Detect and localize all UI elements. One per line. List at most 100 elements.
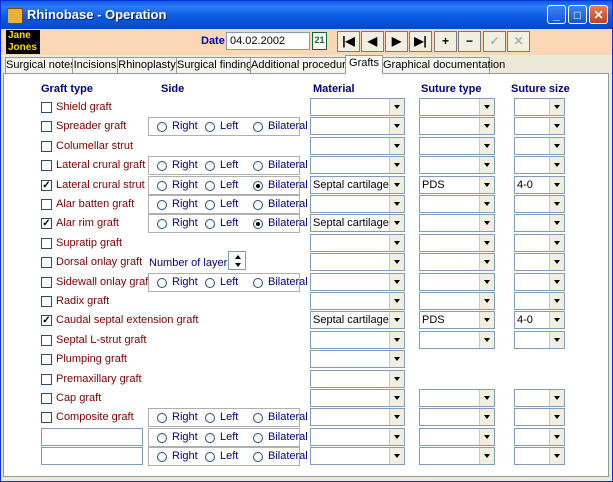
tab-surgical-findings[interactable]: Surgical findings (176, 57, 258, 73)
side-bilateral-radio[interactable] (253, 122, 263, 133)
tab-additional-procedures[interactable]: Additional procedures (250, 57, 357, 73)
calendar-icon[interactable]: 21 (312, 32, 327, 50)
chevron-down-icon[interactable] (549, 293, 564, 309)
side-left-radio[interactable] (205, 432, 215, 443)
graft-checkbox[interactable] (41, 412, 52, 424)
prev-record-button[interactable]: ◀ (361, 31, 384, 52)
side-left-radio[interactable] (205, 413, 215, 424)
chevron-down-icon[interactable] (389, 409, 404, 426)
graft-checkbox[interactable]: ✓ (41, 179, 52, 191)
layers-spinner[interactable] (228, 251, 246, 270)
suture-type-select[interactable] (419, 98, 495, 116)
chevron-down-icon[interactable] (479, 293, 494, 309)
material-select[interactable]: Septal cartilage (310, 214, 405, 233)
suture-type-select[interactable] (419, 253, 495, 272)
graft-checkbox[interactable] (41, 102, 52, 113)
chevron-down-icon[interactable] (549, 176, 564, 193)
side-bilateral-radio[interactable] (253, 413, 263, 424)
graft-checkbox[interactable] (41, 140, 52, 152)
chevron-down-icon[interactable] (389, 137, 404, 154)
side-right-radio[interactable] (157, 219, 167, 230)
suture-size-select[interactable] (514, 292, 565, 310)
chevron-down-icon[interactable] (479, 157, 494, 174)
suture-size-select[interactable] (514, 408, 565, 427)
custom-graft-input[interactable] (41, 427, 143, 446)
save-button[interactable]: ✓ (483, 31, 506, 52)
chevron-down-icon[interactable] (549, 254, 564, 271)
chevron-down-icon[interactable] (479, 331, 494, 348)
material-select[interactable] (310, 272, 405, 291)
chevron-down-icon[interactable] (389, 448, 404, 465)
minimize-button[interactable]: _ (547, 5, 566, 24)
graft-checkbox[interactable] (41, 373, 52, 385)
chevron-down-icon[interactable] (549, 273, 564, 290)
suture-type-select[interactable] (419, 389, 495, 407)
chevron-down-icon[interactable] (479, 118, 494, 135)
maximize-button[interactable]: □ (568, 5, 587, 24)
chevron-down-icon[interactable] (479, 273, 494, 290)
side-bilateral-radio[interactable] (253, 432, 263, 443)
suture-type-select[interactable] (419, 292, 495, 310)
side-right-radio[interactable] (157, 161, 167, 172)
suture-size-select[interactable] (514, 427, 565, 446)
graft-checkbox[interactable] (41, 257, 52, 269)
chevron-down-icon[interactable] (549, 157, 564, 174)
material-select[interactable] (310, 195, 405, 213)
suture-size-select[interactable] (514, 117, 565, 136)
suture-type-select[interactable] (419, 214, 495, 233)
side-left-radio[interactable] (205, 452, 215, 463)
side-bilateral-radio[interactable] (253, 277, 263, 288)
first-record-button[interactable]: |◀ (337, 31, 360, 52)
side-left-radio[interactable] (205, 200, 215, 210)
side-bilateral-radio[interactable] (253, 452, 263, 463)
suture-type-select[interactable] (419, 136, 495, 155)
tab-incisions[interactable]: Incisions (72, 57, 118, 73)
material-select[interactable] (310, 427, 405, 446)
chevron-down-icon[interactable] (549, 428, 564, 445)
custom-graft-input[interactable] (41, 447, 143, 466)
chevron-down-icon[interactable] (389, 428, 404, 445)
material-select[interactable] (310, 253, 405, 272)
title-bar[interactable]: Rhinobase - Operation _ □ ✕ (1, 1, 612, 29)
chevron-down-icon[interactable] (389, 390, 404, 406)
chevron-down-icon[interactable] (549, 331, 564, 348)
suture-size-select[interactable] (514, 195, 565, 213)
next-record-button[interactable]: ▶ (385, 31, 408, 52)
side-right-radio[interactable] (157, 432, 167, 443)
graft-checkbox[interactable] (41, 199, 52, 210)
graft-checkbox[interactable] (41, 160, 52, 172)
chevron-down-icon[interactable] (479, 448, 494, 465)
material-select[interactable] (310, 350, 405, 369)
chevron-down-icon[interactable] (549, 234, 564, 251)
suture-type-select[interactable] (419, 447, 495, 466)
side-left-radio[interactable] (205, 219, 215, 230)
suture-size-select[interactable]: 4-0 (514, 311, 565, 330)
chevron-down-icon[interactable] (389, 370, 404, 387)
chevron-down-icon[interactable] (549, 118, 564, 135)
side-right-radio[interactable] (157, 200, 167, 210)
cancel-button[interactable]: ✕ (507, 31, 530, 52)
side-left-radio[interactable] (205, 277, 215, 288)
suture-type-select[interactable]: PDS (419, 175, 495, 194)
chevron-down-icon[interactable] (479, 428, 494, 445)
side-right-radio[interactable] (157, 122, 167, 133)
side-right-radio[interactable] (157, 180, 167, 191)
chevron-down-icon[interactable] (389, 99, 404, 115)
graft-checkbox[interactable] (41, 334, 52, 346)
side-left-radio[interactable] (205, 161, 215, 172)
chevron-down-icon[interactable] (549, 409, 564, 426)
chevron-down-icon[interactable] (389, 273, 404, 290)
chevron-down-icon[interactable] (479, 390, 494, 406)
material-select[interactable] (310, 389, 405, 407)
material-select[interactable]: Septal cartilage (310, 175, 405, 194)
chevron-down-icon[interactable] (479, 196, 494, 212)
material-select[interactable] (310, 136, 405, 155)
chevron-down-icon[interactable] (549, 390, 564, 406)
material-select[interactable] (310, 330, 405, 349)
material-select[interactable] (310, 233, 405, 252)
chevron-down-icon[interactable] (549, 137, 564, 154)
suture-size-select[interactable] (514, 253, 565, 272)
tab-surgical-notes[interactable]: Surgical notes (5, 57, 76, 73)
side-bilateral-radio[interactable] (253, 161, 263, 172)
side-right-radio[interactable] (157, 452, 167, 463)
